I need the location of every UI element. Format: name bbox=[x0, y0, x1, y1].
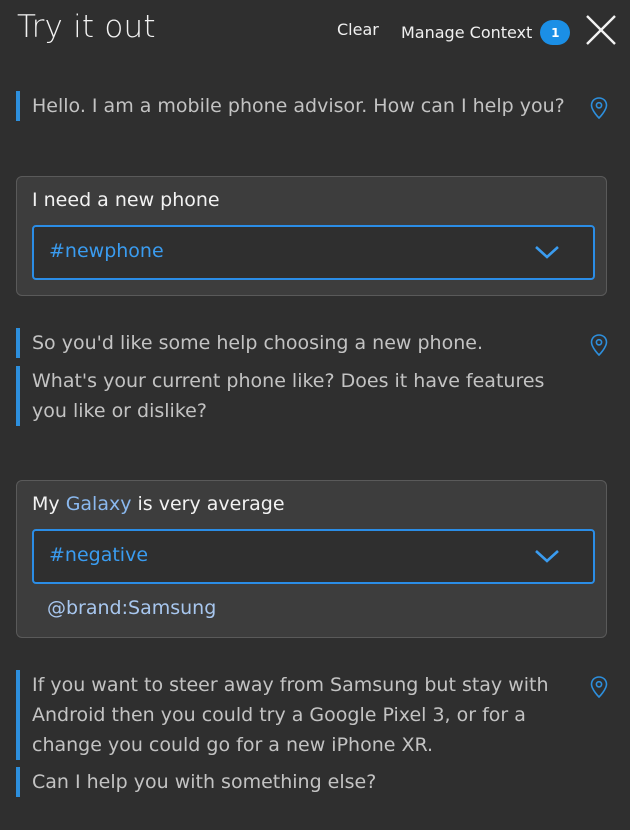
entity-chip[interactable]: @brand:Samsung bbox=[47, 597, 216, 619]
location-pin-icon[interactable] bbox=[590, 334, 608, 357]
bot-message-text: Android then you could try a Google Pixe… bbox=[32, 704, 526, 726]
entity-highlight[interactable]: Galaxy bbox=[66, 493, 132, 515]
user-text-part: My bbox=[32, 493, 66, 515]
intent-value: #negative bbox=[49, 544, 149, 566]
panel-title: Try it out bbox=[17, 9, 156, 45]
bot-message: Can I help you with something else? bbox=[16, 767, 376, 797]
bot-message-text: What's your current phone like? Does it … bbox=[32, 370, 545, 392]
user-message-card: I need a new phone #newphone bbox=[16, 176, 607, 296]
bot-message-text: you like or dislike? bbox=[32, 400, 207, 422]
bot-message-text: Hello. I am a mobile phone advisor. How … bbox=[32, 95, 565, 117]
bot-message-text: If you want to steer away from Samsung b… bbox=[32, 674, 549, 696]
bot-message-text: Can I help you with something else? bbox=[32, 771, 377, 793]
header: Try it out Clear Manage Context 1 bbox=[0, 0, 630, 62]
bot-message-text: So you'd like some help choosing a new p… bbox=[32, 332, 483, 354]
user-message-text: My Galaxy is very average bbox=[32, 493, 285, 515]
location-pin-icon[interactable] bbox=[590, 97, 608, 120]
user-text-part: is very average bbox=[131, 493, 285, 515]
chevron-down-icon bbox=[535, 550, 559, 563]
intent-dropdown[interactable]: #negative bbox=[32, 529, 595, 584]
bot-message: If you want to steer away from Samsung b… bbox=[16, 670, 549, 760]
manage-context-button[interactable]: Manage Context 1 bbox=[401, 20, 571, 45]
manage-context-label: Manage Context bbox=[401, 23, 533, 42]
bot-message: What's your current phone like? Does it … bbox=[16, 366, 544, 426]
intent-value: #newphone bbox=[49, 240, 164, 262]
user-message-card: My Galaxy is very average #negative @bra… bbox=[16, 480, 607, 638]
clear-button[interactable]: Clear bbox=[337, 20, 379, 39]
bot-message: Hello. I am a mobile phone advisor. How … bbox=[16, 91, 565, 121]
intent-dropdown[interactable]: #newphone bbox=[32, 225, 595, 280]
context-count-badge: 1 bbox=[540, 20, 571, 45]
close-icon[interactable] bbox=[584, 13, 618, 47]
user-message-text: I need a new phone bbox=[32, 189, 220, 211]
bot-message: So you'd like some help choosing a new p… bbox=[16, 328, 483, 358]
chevron-down-icon bbox=[535, 246, 559, 259]
bot-message-text: change you could go for a new iPhone XR. bbox=[32, 734, 434, 756]
location-pin-icon[interactable] bbox=[590, 676, 608, 699]
